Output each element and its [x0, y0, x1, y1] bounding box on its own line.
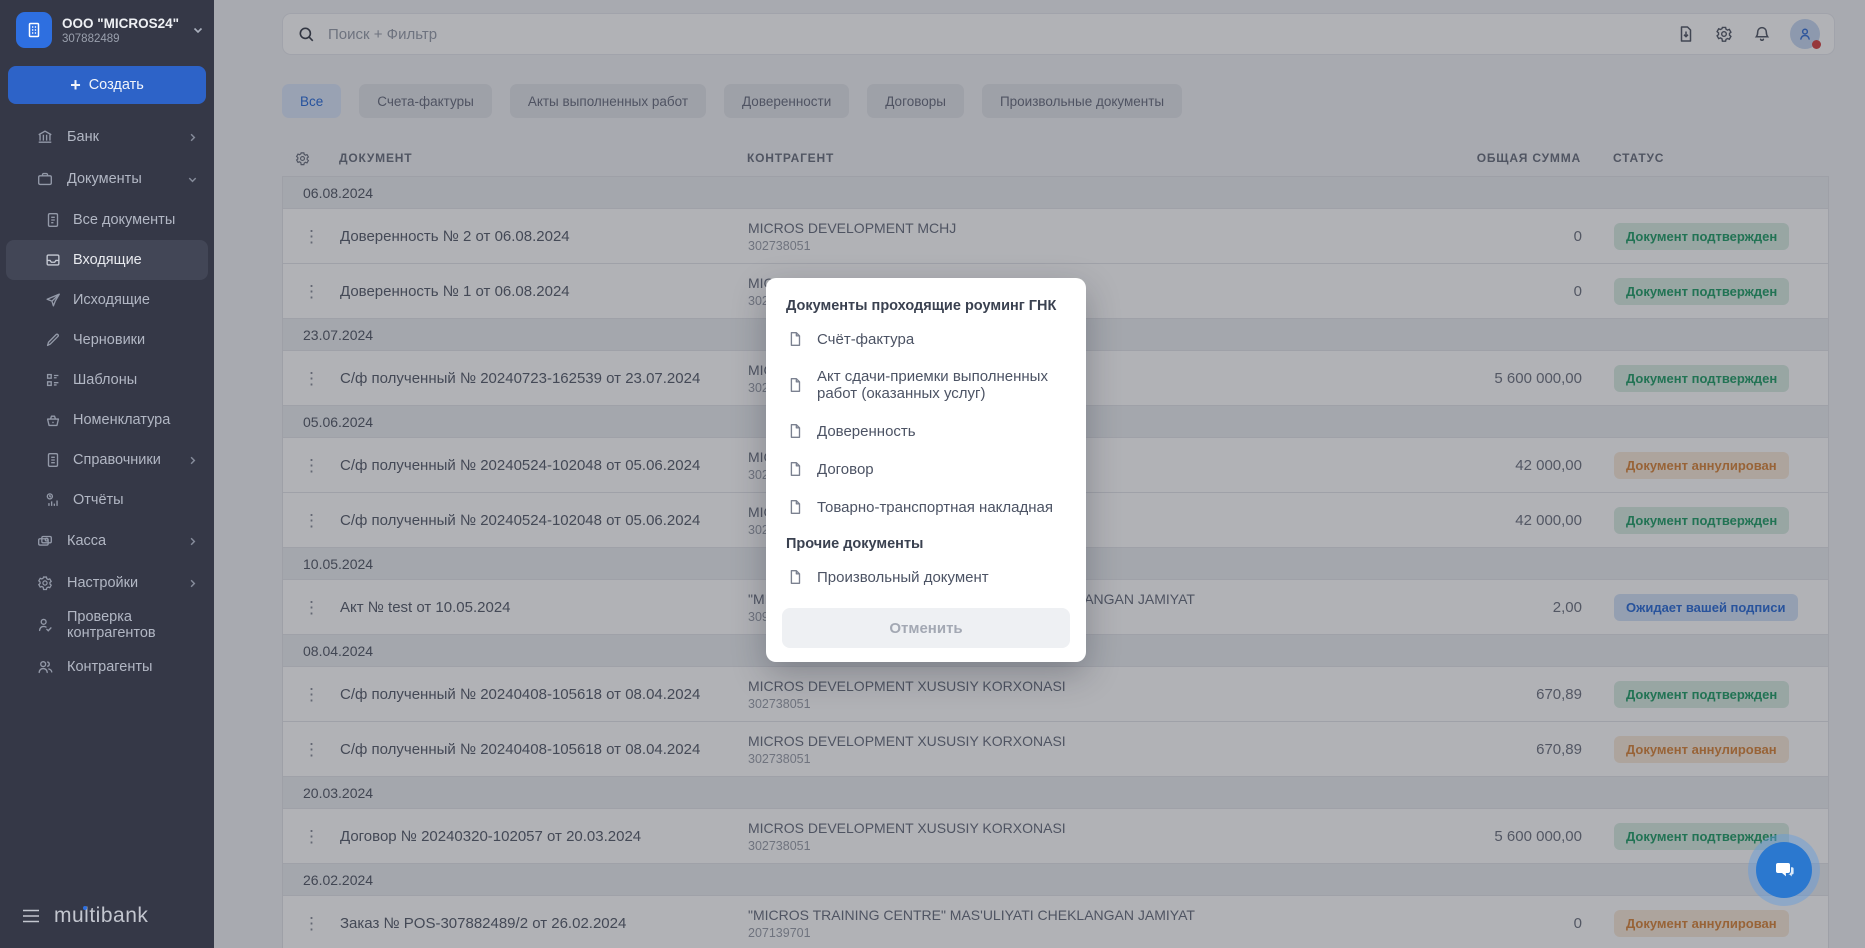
modal-item-label: Договор [817, 461, 874, 478]
multibank-logo: multibank [54, 904, 148, 928]
modal-item-power-of-attorney[interactable]: Доверенность [782, 412, 1070, 450]
chevron-down-icon [192, 24, 204, 36]
company-switcher[interactable]: ООО "MICROS24" 307882489 [0, 0, 214, 58]
report-chart-icon [44, 491, 62, 509]
chevron-down-icon [187, 174, 198, 185]
basket-icon [44, 411, 62, 429]
sidebar-footer: multibank [22, 904, 148, 928]
sidebar-item-directories[interactable]: Справочники [6, 440, 208, 480]
chevron-right-icon [187, 132, 198, 143]
briefcase-icon [36, 170, 54, 188]
sidebar-item-cashdesk[interactable]: Касса [6, 520, 208, 562]
sidebar-item-label: Настройки [67, 575, 138, 591]
modal-item-label: Акт сдачи-приемки выполненных работ (ока… [817, 368, 1066, 402]
company-meta: ООО "MICROS24" 307882489 [62, 16, 179, 45]
file-icon [786, 460, 804, 478]
sidebar-item-outbox[interactable]: Исходящие [6, 280, 208, 320]
app-window: ООО "MICROS24" 307882489 + Создать Банк … [0, 0, 1865, 948]
modal-item-label: Товарно-транспортная накладная [817, 499, 1053, 516]
chevron-right-icon [187, 578, 198, 589]
bank-icon [36, 128, 54, 146]
sidebar-item-label: Проверка контрагентов [67, 609, 198, 641]
sidebar-item-settings[interactable]: Настройки [6, 562, 208, 604]
sidebar-item-drafts[interactable]: Черновики [6, 320, 208, 360]
template-icon [44, 371, 62, 389]
file-icon [786, 498, 804, 516]
file-icon [786, 330, 804, 348]
modal-item-arbitrary-document[interactable]: Произвольный документ [782, 558, 1070, 596]
inbox-icon [44, 251, 62, 269]
modal-item-label: Доверенность [817, 423, 916, 440]
sidebar-item-label: Банк [67, 129, 99, 145]
modal-item-acceptance-act[interactable]: Акт сдачи-приемки выполненных работ (ока… [782, 358, 1070, 412]
chat-icon [1771, 857, 1797, 883]
sidebar-item-documents[interactable]: Документы [6, 158, 208, 200]
sidebar-item-label: Справочники [73, 452, 161, 468]
create-document-modal: Документы проходящие роуминг ГНК Счёт-фа… [766, 278, 1086, 662]
plus-icon: + [70, 76, 81, 94]
sidebar: ООО "MICROS24" 307882489 + Создать Банк … [0, 0, 214, 948]
create-button[interactable]: + Создать [8, 66, 206, 104]
sidebar-nav: Банк Документы Все документы Входящие Ис… [0, 116, 214, 688]
company-name: ООО "MICROS24" [62, 16, 179, 31]
company-inn: 307882489 [62, 33, 179, 45]
book-icon [44, 451, 62, 469]
chevron-right-icon [187, 455, 198, 466]
pencil-icon [44, 331, 62, 349]
sidebar-item-label: Документы [67, 171, 142, 187]
sidebar-item-contractor-check[interactable]: Проверка контрагентов [6, 604, 208, 646]
document-icon [44, 211, 62, 229]
cancel-button[interactable]: Отменить [782, 608, 1070, 648]
modal-section-title: Документы проходящие роуминг ГНК [786, 298, 1070, 314]
users-icon [36, 658, 54, 676]
chat-fab-button[interactable] [1756, 842, 1812, 898]
modal-item-waybill[interactable]: Товарно-транспортная накладная [782, 488, 1070, 526]
create-button-label: Создать [89, 77, 144, 93]
sidebar-item-bank[interactable]: Банк [6, 116, 208, 158]
cash-icon [36, 532, 54, 550]
sidebar-item-inbox[interactable]: Входящие [6, 240, 208, 280]
sidebar-item-contractors[interactable]: Контрагенты [6, 646, 208, 688]
modal-item-label: Произвольный документ [817, 569, 989, 586]
sidebar-item-label: Все документы [73, 212, 175, 228]
sidebar-item-label: Входящие [73, 252, 142, 268]
sidebar-item-nomenclature[interactable]: Номенклатура [6, 400, 208, 440]
sidebar-item-label: Касса [67, 533, 106, 549]
sidebar-item-label: Черновики [73, 332, 145, 348]
sidebar-item-label: Контрагенты [67, 659, 152, 675]
chevron-right-icon [187, 536, 198, 547]
modal-section-title: Прочие документы [786, 536, 1070, 552]
sidebar-item-reports[interactable]: Отчёты [6, 480, 208, 520]
sidebar-item-label: Отчёты [73, 492, 124, 508]
sidebar-item-templates[interactable]: Шаблоны [6, 360, 208, 400]
user-check-icon [36, 616, 54, 634]
gear-icon [36, 574, 54, 592]
modal-item-invoice[interactable]: Счёт-фактура [782, 320, 1070, 358]
sidebar-item-label: Шаблоны [73, 372, 137, 388]
sidebar-item-all-documents[interactable]: Все документы [6, 200, 208, 240]
file-icon [786, 568, 804, 586]
main-area: Все Счета-фактуры Акты выполненных работ… [214, 0, 1865, 948]
file-icon [786, 376, 804, 394]
sidebar-item-label: Номенклатура [73, 412, 170, 428]
sidebar-item-label: Исходящие [73, 292, 150, 308]
modal-item-label: Счёт-фактура [817, 331, 914, 348]
logo-accent-dot [83, 906, 87, 910]
modal-item-contract[interactable]: Договор [782, 450, 1070, 488]
send-icon [44, 291, 62, 309]
company-logo-icon [16, 12, 52, 48]
file-icon [786, 422, 804, 440]
menu-collapse-icon[interactable] [22, 909, 40, 923]
